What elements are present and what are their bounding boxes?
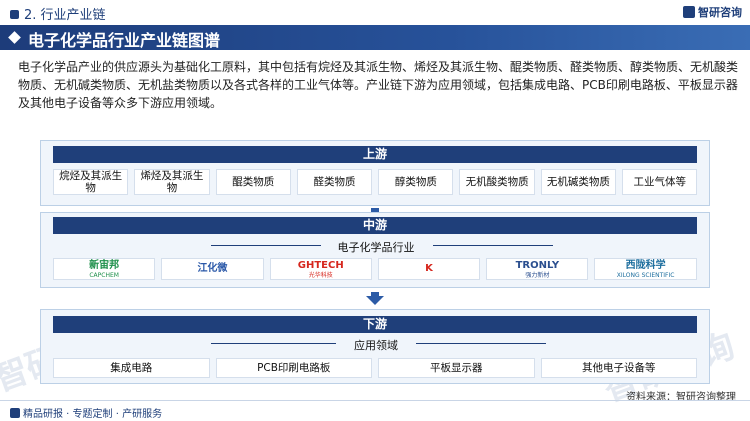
company-subtitle: 光华科技 (308, 271, 333, 279)
company-logo: K (377, 258, 481, 280)
section-marker-icon (10, 10, 19, 19)
company-name: 江化微 (197, 263, 228, 274)
footer-logo-icon (10, 408, 20, 418)
divider (433, 245, 553, 246)
company-logo: GHTECH 光华科技 (269, 258, 372, 280)
company-logo: TRONLY 强力新材 (486, 258, 589, 280)
divider (416, 343, 546, 344)
downstream-item: PCB印刷电路板 (215, 358, 372, 378)
footer-divider (0, 400, 750, 401)
company-logo: 西陇科学 XILONG SCIENTIFIC (594, 258, 697, 280)
title-bar: 电子化学品行业产业链图谱 (0, 25, 750, 50)
brand-name: 智研咨询 (698, 6, 742, 19)
upstream-item: 醌类物质 (215, 169, 291, 195)
downstream-header: 下游 (53, 316, 697, 333)
top-bar: 2. 行业产业链 智研咨询 (0, 0, 750, 24)
upstream-item: 工业气体等 (622, 169, 698, 195)
footer: 精品研报 · 专题定制 · 产研服务 (0, 400, 750, 421)
downstream-items: 集成电路 PCB印刷电路板 平板显示器 其他电子设备等 (53, 358, 697, 378)
downstream-field: 应用领域 (354, 339, 398, 352)
intro-paragraph: 电子化学品产业的供应源头为基础化工原料，其中包括有烷烃及其派生物、烯烃及其派生物… (18, 60, 739, 110)
company-subtitle: CAPCHEM (89, 271, 119, 279)
section-number: 2. 行业产业链 (10, 4, 106, 23)
upstream-lane: 上游 烷烃及其派生物 烯烃及其派生物 醌类物质 醛类物质 醇类物质 无机酸类物质 无机碱类物… (40, 140, 710, 206)
page-title: 电子化学品行业产业链图谱 (28, 31, 221, 50)
section-label: 2. 行业产业链 (24, 8, 106, 23)
downstream-lane: 下游 应用领域 集成电路 PCB印刷电路板 平板显示器 其他电子设备等 (40, 309, 710, 384)
brand-logo-icon (683, 6, 695, 18)
upstream-item: 烯烃及其派生物 (134, 169, 210, 195)
upstream-item: 烷烃及其派生物 (53, 169, 129, 195)
company-name: TRONLY (515, 259, 560, 271)
upstream-item: 无机碱类物质 (540, 169, 617, 195)
midstream-header: 中游 (53, 217, 697, 234)
diamond-icon (8, 31, 21, 44)
upstream-header: 上游 (53, 146, 697, 163)
midstream-industry: 电子化学品行业 (337, 241, 415, 254)
midstream-lane: 中游 电子化学品行业 新宙邦 CAPCHEM 江化微 GHTECH 光华科技 K TRONL… (40, 212, 710, 288)
upstream-item: 醇类物质 (378, 169, 454, 195)
upstream-item: 醛类物质 (296, 169, 373, 195)
company-subtitle: 强力新材 (525, 271, 550, 279)
midstream-companies: 新宙邦 CAPCHEM 江化微 GHTECH 光华科技 K TRONLY 强力新材 西陇科学 XI… (53, 258, 697, 280)
company-name: 西陇科学 (625, 259, 666, 271)
brand-logo: 智研咨询 (683, 4, 742, 20)
upstream-items: 烷烃及其派生物 烯烃及其派生物 醌类物质 醛类物质 醇类物质 无机酸类物质 无机碱类物质 工业… (53, 169, 698, 195)
company-name: GHTECH (297, 259, 344, 271)
footer-tagline: 精品研报 · 专题定制 · 产研服务 (10, 405, 162, 420)
company-name: 新宙邦 (89, 259, 120, 271)
company-subtitle: XILONG SCIENTIFIC (616, 271, 675, 279)
company-name: K (425, 263, 433, 274)
flow-arrow-icon (366, 296, 384, 305)
footer-text: 精品研报 · 专题定制 · 产研服务 (23, 409, 163, 420)
company-logo: 江化微 (161, 258, 264, 280)
downstream-item: 平板显示器 (378, 358, 535, 378)
upstream-item: 无机酸类物质 (459, 169, 535, 195)
company-logo: 新宙邦 CAPCHEM (53, 258, 156, 280)
downstream-item: 集成电路 (53, 358, 210, 378)
downstream-item: 其他电子设备等 (540, 358, 697, 378)
